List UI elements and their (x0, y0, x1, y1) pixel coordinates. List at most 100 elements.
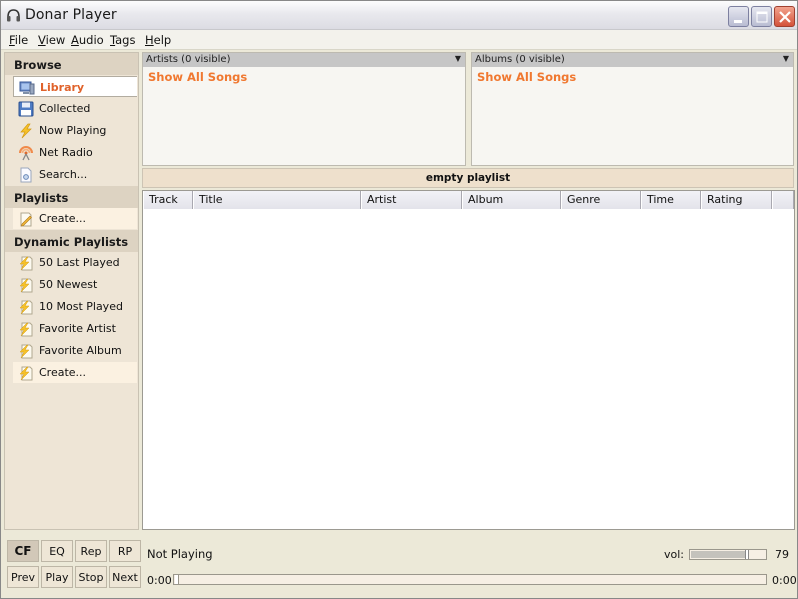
sidebar-item-label: Create... (39, 212, 87, 225)
total-time: 0:00 (772, 574, 797, 587)
minimize-icon (734, 20, 742, 23)
dropdown-arrow-icon[interactable]: ▼ (783, 54, 789, 63)
elapsed-time: 0:00 (147, 574, 172, 587)
column-header-title[interactable]: Title (193, 191, 361, 209)
sidebar-item-label: Collected (39, 102, 91, 115)
prev-button[interactable]: Prev (7, 566, 39, 588)
menu-file[interactable]: File (9, 33, 28, 47)
next-button[interactable]: Next (109, 566, 141, 588)
sidebar-item-label: Net Radio (39, 146, 93, 159)
sidebar-item-favorite-artist[interactable]: Favorite Artist (13, 318, 137, 339)
window-title: Donar Player (25, 7, 117, 23)
volume-value: 79 (775, 548, 789, 561)
search-document-icon (20, 167, 32, 183)
close-button[interactable] (774, 6, 795, 27)
sidebar-item-50-newest[interactable]: 50 Newest (13, 274, 137, 295)
albums-pane-header[interactable]: Albums (0 visible) ▼ (472, 53, 793, 67)
albums-pane-title: Albums (0 visible) (475, 54, 565, 65)
column-header-rating[interactable]: Rating (701, 191, 772, 209)
random-play-toggle[interactable]: RP (109, 540, 141, 562)
stop-button[interactable]: Stop (75, 566, 107, 588)
maximize-icon (756, 11, 768, 23)
menu-audio[interactable]: Audio (71, 33, 104, 47)
repeat-toggle[interactable]: Rep (75, 540, 107, 562)
maximize-button[interactable] (751, 6, 772, 27)
sidebar-item-label: 10 Most Played (39, 300, 123, 313)
column-header-artist[interactable]: Artist (361, 191, 462, 209)
minimize-button[interactable] (728, 6, 749, 27)
sidebar-item-label: Favorite Artist (39, 322, 116, 335)
column-header-album[interactable]: Album (462, 191, 561, 209)
app-window: Donar Player File View Audio Tags Help B… (0, 0, 798, 599)
dynamic-playlist-icon (19, 344, 33, 359)
dropdown-arrow-icon[interactable]: ▼ (455, 54, 461, 63)
title-bar[interactable]: Donar Player (1, 1, 797, 30)
sidebar-item-50-last-played[interactable]: 50 Last Played (13, 252, 137, 273)
play-button[interactable]: Play (41, 566, 73, 588)
seek-slider[interactable] (173, 574, 767, 585)
sidebar: Browse Library Collected Now Playing Net… (4, 52, 139, 530)
albums-show-all-songs[interactable]: Show All Songs (477, 70, 576, 84)
floppy-disk-icon (18, 101, 34, 117)
menu-bar: File View Audio Tags Help (1, 30, 797, 50)
dynamic-playlist-icon (19, 322, 33, 337)
menu-help[interactable]: Help (145, 33, 171, 47)
column-header-track[interactable]: Track (143, 191, 193, 209)
volume-fill (691, 551, 746, 558)
dynamic-playlist-icon (19, 300, 33, 315)
column-header-genre[interactable]: Genre (561, 191, 641, 209)
menu-file-rest: ile (14, 33, 29, 47)
monitor-icon (19, 81, 35, 95)
menu-help-mnemonic: H (145, 33, 154, 47)
artists-pane-title: Artists (0 visible) (146, 54, 231, 65)
sidebar-item-create-dynamic-playlist[interactable]: Create... (13, 362, 137, 383)
volume-slider[interactable] (689, 549, 767, 560)
dynamic-playlists-header: Dynamic Playlists (5, 230, 138, 252)
menu-help-rest: elp (153, 33, 172, 47)
radio-antenna-icon (19, 146, 33, 161)
sidebar-item-net-radio[interactable]: Net Radio (13, 142, 137, 163)
volume-label: vol: (664, 548, 685, 561)
menu-view-rest: iew (45, 33, 66, 47)
sidebar-item-favorite-album[interactable]: Favorite Album (13, 340, 137, 361)
pencil-document-icon (20, 212, 32, 227)
equalizer-toggle[interactable]: EQ (41, 540, 73, 562)
artists-pane-header[interactable]: Artists (0 visible) ▼ (143, 53, 465, 67)
playlist-title: empty playlist (142, 168, 794, 188)
crossfade-toggle[interactable]: CF (7, 540, 39, 562)
sidebar-item-search[interactable]: Search... (13, 164, 137, 185)
sidebar-item-10-most-played[interactable]: 10 Most Played (13, 296, 137, 317)
playback-status: Not Playing (147, 547, 213, 561)
sidebar-item-collected[interactable]: Collected (13, 98, 137, 119)
menu-tags-rest: ags (115, 33, 136, 47)
seek-slider-thumb[interactable] (175, 575, 179, 584)
sidebar-item-label: Favorite Album (39, 344, 122, 357)
sidebar-item-label: 50 Newest (39, 278, 98, 291)
artists-pane: Artists (0 visible) ▼ Show All Songs (142, 52, 466, 166)
lightning-icon (20, 123, 32, 139)
browse-header: Browse (5, 53, 138, 75)
close-icon (779, 11, 791, 23)
sidebar-item-label: Create... (39, 366, 87, 379)
menu-audio-rest: udio (78, 33, 104, 47)
sidebar-item-library[interactable]: Library (13, 76, 137, 97)
dynamic-playlist-icon (19, 366, 33, 381)
column-header-time[interactable]: Time (641, 191, 701, 209)
artists-show-all-songs[interactable]: Show All Songs (148, 70, 247, 84)
menu-view-mnemonic: V (38, 33, 46, 47)
track-table[interactable]: Track Title Artist Album Genre Time Rati… (142, 190, 795, 530)
menu-view[interactable]: View (38, 33, 65, 47)
sidebar-item-now-playing[interactable]: Now Playing (13, 120, 137, 141)
column-header-extra[interactable] (772, 191, 794, 209)
volume-slider-thumb[interactable] (745, 550, 749, 559)
playlists-header: Playlists (5, 186, 138, 208)
sidebar-item-label: Now Playing (39, 124, 107, 137)
sidebar-item-label: Library (40, 81, 85, 94)
dynamic-playlist-icon (19, 278, 33, 293)
sidebar-item-label: 50 Last Played (39, 256, 120, 269)
menu-tags[interactable]: Tags (110, 33, 135, 47)
sidebar-item-create-playlist[interactable]: Create... (13, 208, 137, 229)
albums-pane: Albums (0 visible) ▼ Show All Songs (471, 52, 794, 166)
dynamic-playlist-icon (19, 256, 33, 271)
table-header: Track Title Artist Album Genre Time Rati… (143, 191, 794, 209)
